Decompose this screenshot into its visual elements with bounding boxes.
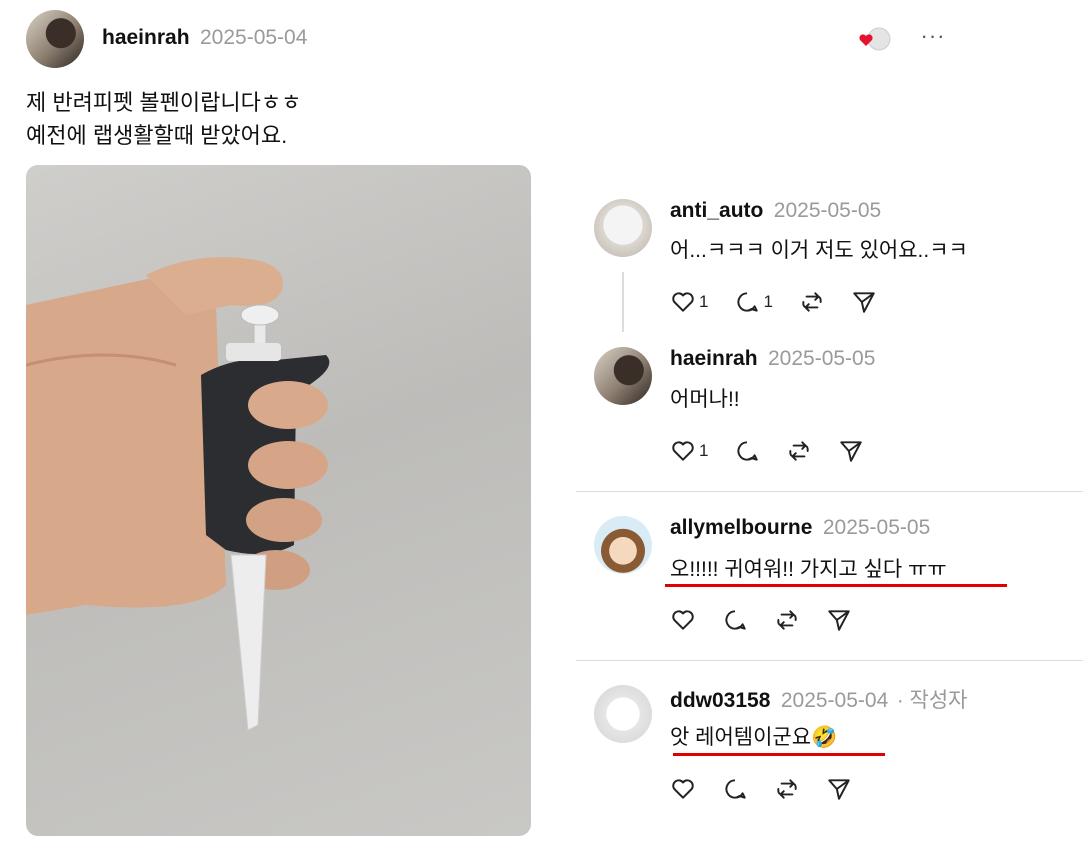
send-icon [840, 441, 863, 462]
comment-actions: 1 [670, 438, 890, 464]
heart-icon [672, 610, 694, 630]
reply-button[interactable] [722, 776, 748, 802]
share-button[interactable] [826, 776, 852, 802]
repost-button[interactable] [799, 289, 825, 315]
commenter-avatar[interactable] [594, 516, 652, 574]
comment-header: haeinrah 2025-05-05 [670, 347, 875, 371]
commenter-avatar[interactable] [594, 199, 652, 257]
post-body: 제 반려피펫 볼펜이랍니다ㅎㅎ 예전에 랩생활할때 받았어요. [26, 86, 301, 152]
like-count: 1 [699, 292, 709, 311]
repost-icon [789, 441, 810, 461]
share-button[interactable] [838, 438, 864, 464]
heart-icon [672, 779, 694, 799]
post-author-avatar[interactable] [26, 10, 84, 68]
thread-line [622, 272, 624, 332]
post-date: 2025-05-04 [199, 26, 308, 49]
post-photo[interactable] [26, 165, 531, 836]
comment-divider [576, 660, 1083, 661]
more-icon[interactable]: ··· [920, 25, 946, 52]
like-count: 1 [699, 441, 709, 460]
comment-icon [737, 441, 759, 461]
comment-text-row: 앗 레어템이군요🤣 [670, 721, 837, 751]
highlight-underline [665, 584, 1007, 587]
reply-button[interactable]: 1 [734, 289, 773, 315]
comment-actions: 1 1 [670, 289, 903, 315]
commenter-avatar[interactable] [594, 347, 652, 405]
comment-text: 앗 레어템이군요 [670, 726, 812, 749]
heart-icon [672, 292, 694, 312]
comment-username[interactable]: allymelbourne [670, 516, 812, 539]
highlight-underline [673, 753, 885, 756]
comment-header: anti_auto 2025-05-05 [670, 199, 881, 223]
send-icon [828, 610, 850, 631]
reply-button[interactable] [722, 607, 748, 633]
author-tag: · 작성자 [896, 689, 968, 712]
post-header: haeinrah 2025-05-04 [102, 26, 307, 50]
repost-icon [777, 779, 797, 799]
repost-button[interactable] [786, 438, 812, 464]
comment-username[interactable]: haeinrah [670, 347, 758, 370]
comment-header: ddw03158 2025-05-04 · 작성자 [670, 684, 968, 714]
share-button[interactable] [826, 607, 852, 633]
comment-username[interactable]: anti_auto [670, 199, 763, 222]
share-button[interactable] [851, 289, 877, 315]
comment-username[interactable]: ddw03158 [670, 689, 770, 712]
post-username[interactable]: haeinrah [102, 26, 190, 49]
repost-button[interactable] [774, 607, 800, 633]
comment-icon [725, 779, 746, 799]
comment-icon [725, 610, 746, 630]
reply-button[interactable] [734, 438, 760, 464]
comment-date: 2025-05-04 [780, 689, 889, 712]
comment-text: 오!!!!! 귀여워!! 가지고 싶다 ㅠㅠ [670, 558, 947, 581]
comment-date: 2025-05-05 [773, 199, 882, 222]
post-text-line: 예전에 랩생활할때 받았어요. [26, 123, 288, 148]
comment-icon [737, 292, 759, 312]
reply-count: 1 [763, 292, 773, 311]
comment-date: 2025-05-05 [822, 516, 931, 539]
repost-icon [777, 610, 797, 630]
heart-icon [672, 441, 694, 461]
repost-button[interactable] [774, 776, 800, 802]
like-button[interactable] [670, 776, 696, 802]
laughing-emoji: 🤣 [811, 726, 838, 749]
like-button[interactable]: 1 [670, 289, 708, 315]
comment-date: 2025-05-05 [767, 347, 876, 370]
post-text-line: 제 반려피펫 볼펜이랍니다ㅎㅎ [26, 90, 302, 115]
comment-actions [670, 607, 878, 633]
comment-divider [576, 491, 1083, 492]
comment-header: allymelbourne 2025-05-05 [670, 516, 930, 540]
liked-by-heart-icon[interactable] [857, 26, 893, 52]
like-button[interactable] [670, 607, 696, 633]
send-icon [828, 779, 850, 800]
like-button[interactable]: 1 [670, 438, 708, 464]
comment-actions [670, 776, 878, 802]
comment-text: 어...ㅋㅋㅋ 이거 저도 있어요..ㅋㅋ [670, 239, 968, 262]
comment-text: 어머나!! [670, 388, 740, 411]
send-icon [853, 292, 875, 313]
repost-icon [802, 292, 822, 312]
commenter-avatar[interactable] [594, 685, 652, 743]
